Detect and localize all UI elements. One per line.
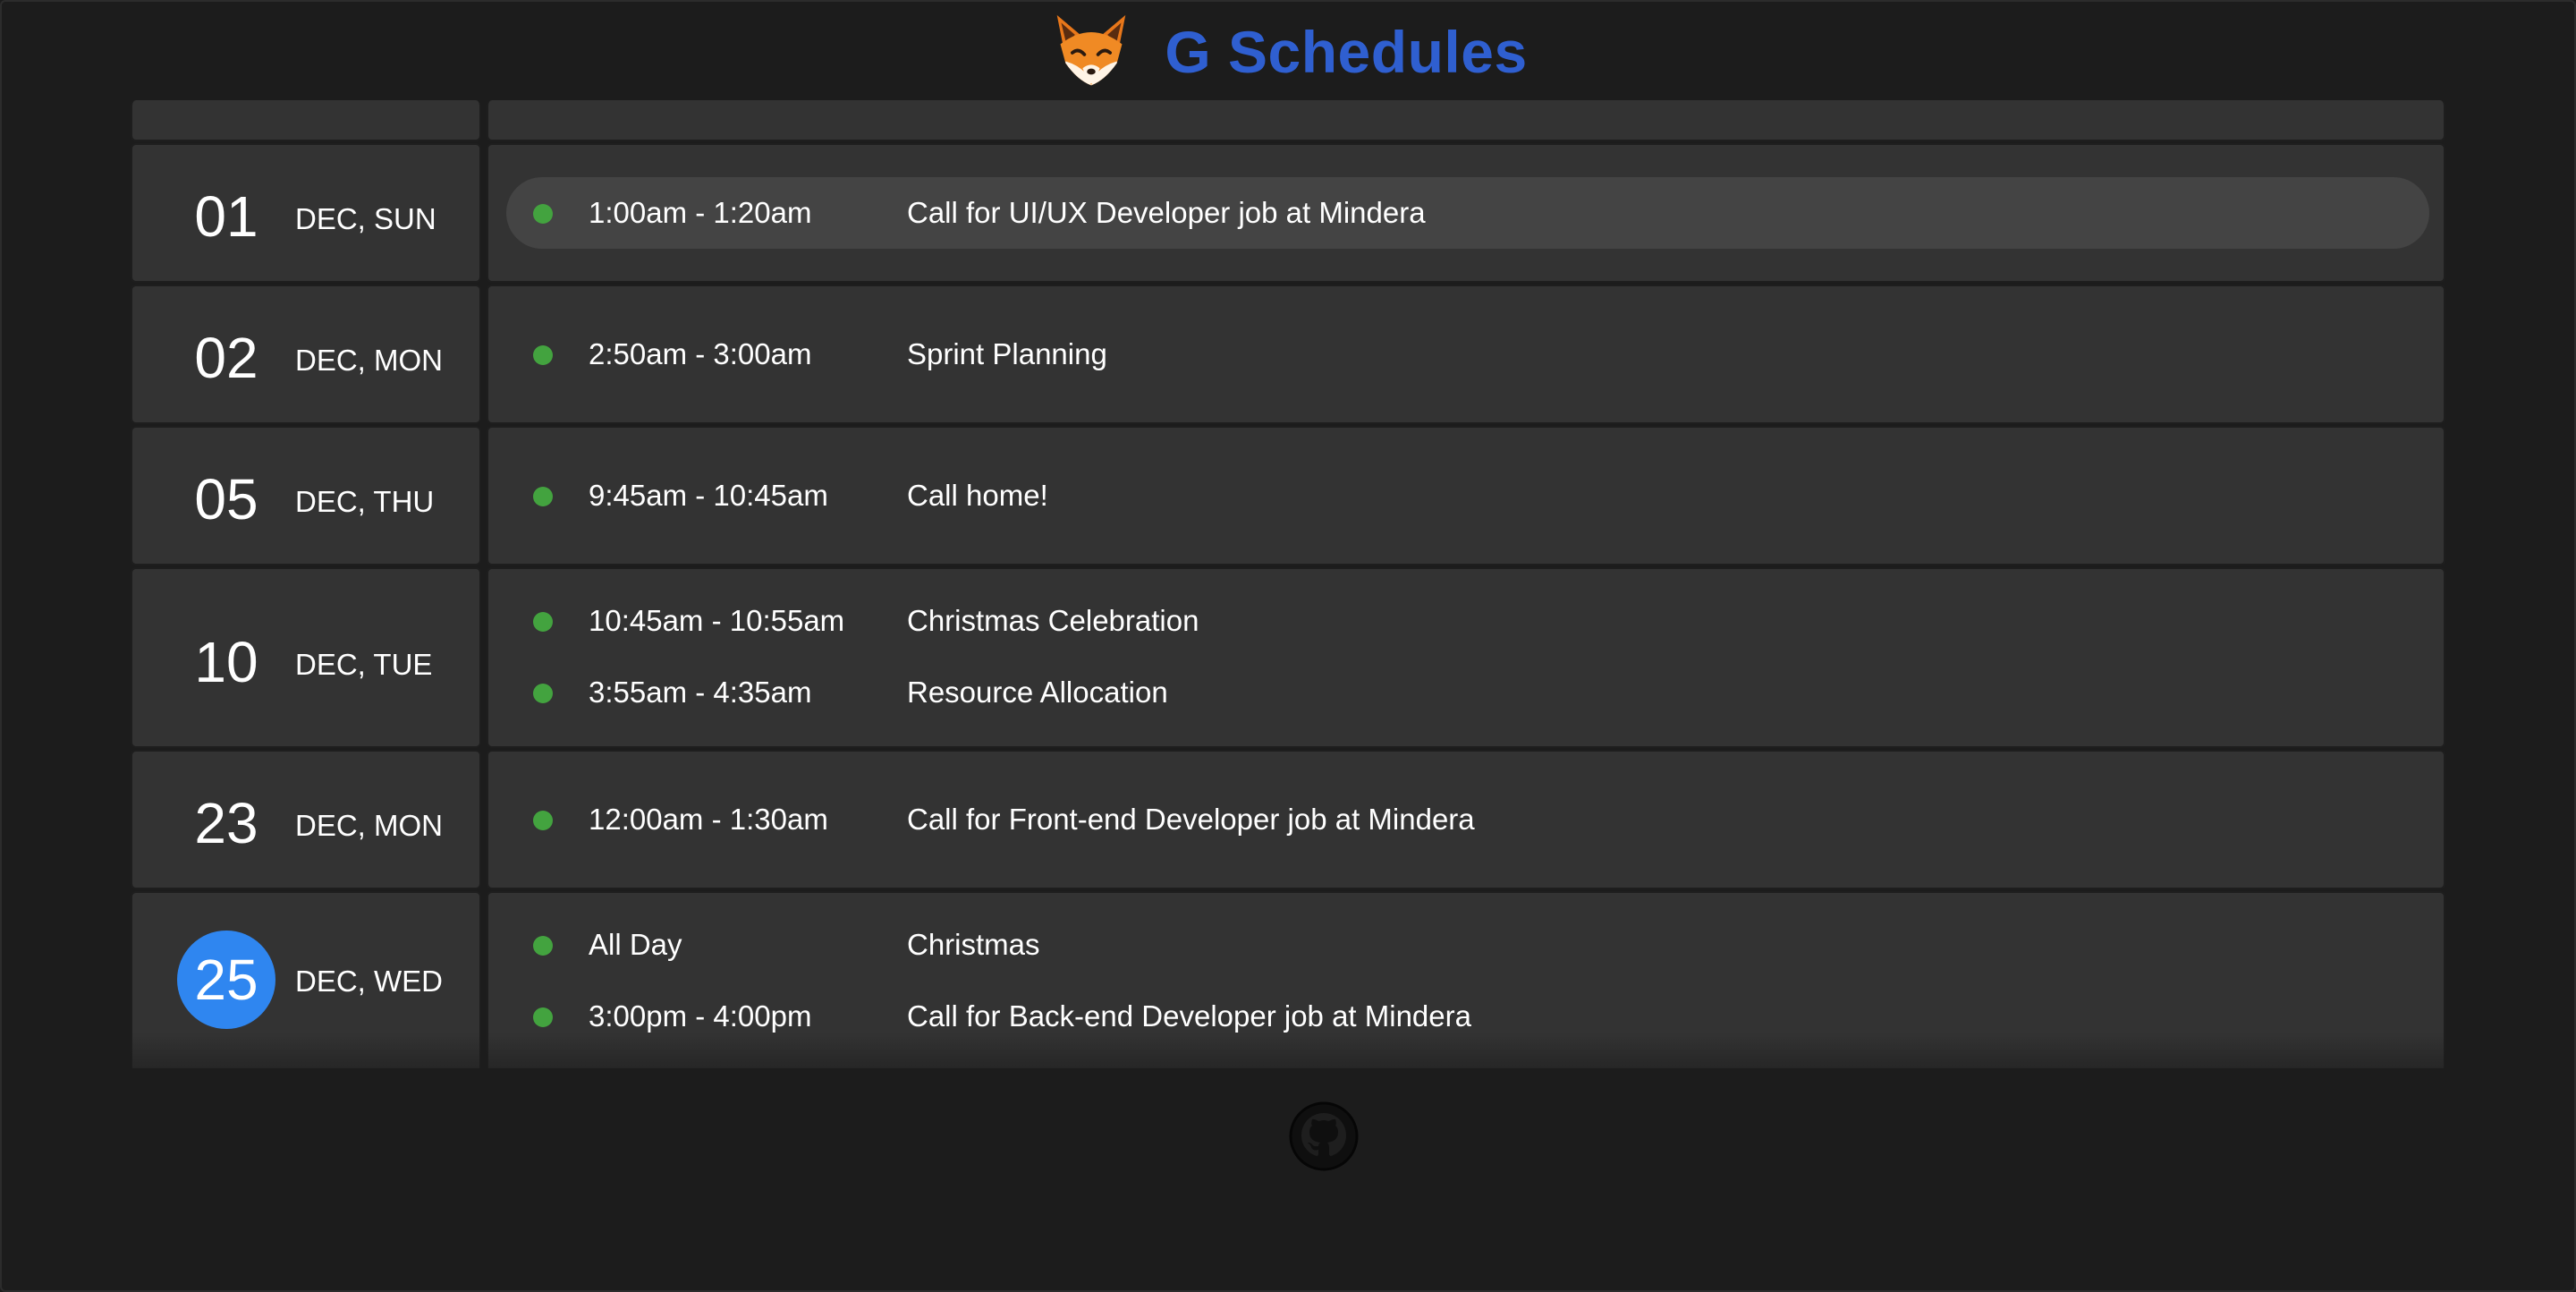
event-time: 2:50am - 3:00am xyxy=(589,337,812,370)
events-cell: 12:00am - 1:30am Call for Front-end Deve… xyxy=(487,750,2445,889)
event-time: 10:45am - 10:55am xyxy=(589,604,845,637)
day-label: DEC, SUN xyxy=(295,202,436,235)
agenda-row-partial xyxy=(131,100,2447,141)
event-item[interactable]: 9:45am - 10:45am Call home! xyxy=(506,460,2429,531)
agenda-row: 23 DEC, MON 12:00am - 1:30am Call for Fr… xyxy=(131,750,2447,889)
event-status-dot xyxy=(533,811,553,830)
day-number: 05 xyxy=(194,467,258,531)
app-header: G Schedules xyxy=(0,9,2576,95)
date-cell: 10 DEC, TUE xyxy=(131,567,481,748)
event-time: 3:55am - 4:35am xyxy=(589,676,812,709)
event-item[interactable]: 12:00am - 1:30am Call for Front-end Deve… xyxy=(506,784,2429,855)
day-label: DEC, TUE xyxy=(295,648,433,681)
event-title: Call for Front-end Developer job at Mind… xyxy=(907,803,1475,836)
day-number: 01 xyxy=(194,184,258,249)
date-cell: 25 DEC, WED xyxy=(131,891,481,1068)
event-status-dot xyxy=(533,204,553,224)
agenda-row: 01 DEC, SUN 1:00am - 1:20am Call for UI/… xyxy=(131,143,2447,283)
date-cell: 05 DEC, THU xyxy=(131,426,481,565)
day-number: 02 xyxy=(194,326,258,390)
agenda-row: 02 DEC, MON 2:50am - 3:00am Sprint Plann… xyxy=(131,285,2447,424)
event-title: Call for Back-end Developer job at Minde… xyxy=(907,999,1471,1033)
event-title: Christmas Celebration xyxy=(907,604,1199,637)
day-label: DEC, MON xyxy=(295,344,443,377)
event-title: Christmas xyxy=(907,928,1040,961)
events-cell: 9:45am - 10:45am Call home! xyxy=(487,426,2445,565)
agenda-row-today: 25 DEC, WED All Day Christmas 3:00pm - 4… xyxy=(131,891,2447,1068)
event-item[interactable]: 2:50am - 3:00am Sprint Planning xyxy=(506,319,2429,390)
event-status-dot xyxy=(533,1007,553,1027)
day-number: 23 xyxy=(194,791,258,855)
day-label: DEC, MON xyxy=(295,809,443,842)
day-label: DEC, WED xyxy=(295,965,443,998)
events-cell xyxy=(487,100,2445,141)
day-number: 10 xyxy=(194,630,258,694)
event-title: Resource Allocation xyxy=(907,676,1168,709)
event-item[interactable]: 3:55am - 4:35am Resource Allocation xyxy=(506,657,2429,728)
event-time: 1:00am - 1:20am xyxy=(589,196,812,229)
date-cell: 01 DEC, SUN xyxy=(131,143,481,283)
day-label: DEC, THU xyxy=(295,485,435,518)
event-status-dot xyxy=(533,487,553,506)
events-cell: All Day Christmas 3:00pm - 4:00pm Call f… xyxy=(487,891,2445,1068)
event-title: Call home! xyxy=(907,479,1048,512)
event-time: 12:00am - 1:30am xyxy=(589,803,828,836)
fox-icon xyxy=(1057,14,1126,86)
agenda-row: 10 DEC, TUE 10:45am - 10:55am Christmas … xyxy=(131,567,2447,748)
event-status-dot xyxy=(533,612,553,632)
agenda-list[interactable]: 01 DEC, SUN 1:00am - 1:20am Call for UI/… xyxy=(131,100,2447,1068)
event-item[interactable]: 1:00am - 1:20am Call for UI/UX Developer… xyxy=(506,177,2429,249)
event-title: Call for UI/UX Developer job at Mindera xyxy=(907,196,1426,229)
event-title: Sprint Planning xyxy=(907,337,1107,370)
event-status-dot xyxy=(533,684,553,703)
date-cell: 23 DEC, MON xyxy=(131,750,481,889)
github-icon[interactable] xyxy=(1288,1101,1360,1172)
events-cell: 2:50am - 3:00am Sprint Planning xyxy=(487,285,2445,424)
event-status-dot xyxy=(533,345,553,365)
app-title: G Schedules xyxy=(1165,19,1528,85)
event-time: 9:45am - 10:45am xyxy=(589,479,828,512)
event-item[interactable]: 10:45am - 10:55am Christmas Celebration xyxy=(506,585,2429,657)
events-cell: 10:45am - 10:55am Christmas Celebration … xyxy=(487,567,2445,748)
agenda-row: 05 DEC, THU 9:45am - 10:45am Call home! xyxy=(131,426,2447,565)
event-time: All Day xyxy=(589,928,682,961)
event-item[interactable]: All Day Christmas xyxy=(506,909,2429,981)
event-item[interactable]: 3:00pm - 4:00pm Call for Back-end Develo… xyxy=(506,981,2429,1052)
events-cell: 1:00am - 1:20am Call for UI/UX Developer… xyxy=(487,143,2445,283)
event-status-dot xyxy=(533,936,553,956)
event-time: 3:00pm - 4:00pm xyxy=(589,999,812,1033)
date-cell: 02 DEC, MON xyxy=(131,285,481,424)
date-cell xyxy=(131,100,481,141)
today-day-number: 25 xyxy=(177,931,275,1029)
